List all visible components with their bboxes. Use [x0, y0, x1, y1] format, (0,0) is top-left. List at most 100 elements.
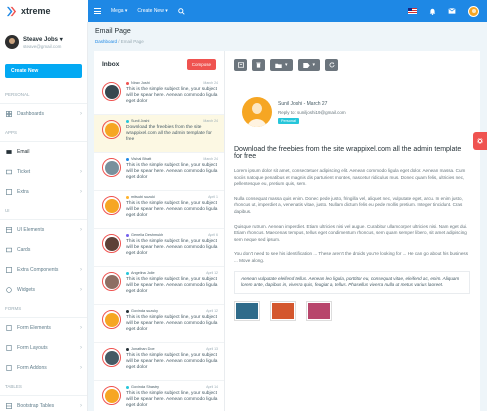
sidebar-item-bootstrap-tables[interactable]: Bootstrap Tables ›	[0, 396, 87, 411]
email-paragraph: Quisque rutrum. Aenean imperdiet. Etiam …	[234, 223, 468, 242]
folder-icon	[275, 63, 282, 68]
create-new-label: Create New	[137, 8, 164, 14]
sidebar-item-ticket[interactable]: Ticket ›	[0, 162, 87, 182]
sidebar-item-label: Cards	[17, 247, 31, 253]
email-reader: Sunil Joshi - March 27 Reply to: suniljo…	[234, 97, 470, 321]
sidebar-item-dashboards[interactable]: Dashboards ›	[0, 104, 87, 124]
inbox-title: Inbox	[102, 60, 120, 68]
message-preview: This is the simple subject line, your su…	[126, 315, 218, 333]
attachment-thumbnail[interactable]	[234, 300, 260, 321]
attachment-thumbnail[interactable]	[270, 300, 296, 321]
email-card: Inbox Compose Nirav Joshi March 24 This is…	[94, 51, 480, 411]
extra-icon	[6, 189, 12, 195]
folder-dropdown[interactable]: ▾	[270, 59, 293, 71]
nav-section-personal: PERSONAL	[0, 86, 87, 104]
breadcrumb: Dashboard / Email Page	[95, 39, 144, 44]
label-dropdown[interactable]: ▾	[297, 59, 321, 71]
list-item[interactable]: Nirav Joshi March 24 This is the simple su…	[94, 77, 224, 115]
breadcrumb-current: Email Page	[120, 39, 144, 44]
form-addons-icon	[6, 365, 12, 371]
avatar-image	[104, 160, 119, 175]
chevron-right-icon: ›	[80, 189, 82, 195]
user-name: Steave Jobs	[23, 36, 59, 43]
email-icon	[6, 150, 12, 154]
brand[interactable]: xtreme	[0, 0, 88, 22]
breadcrumb-dashboard[interactable]: Dashboard	[95, 39, 117, 44]
list-item[interactable]: Govinda Shastry April 14 This is the simpl…	[94, 381, 224, 411]
message-avatar	[102, 272, 121, 291]
chevron-down-icon: ▾	[285, 62, 288, 68]
status-dot-icon	[126, 347, 129, 351]
avatar-image	[104, 350, 119, 365]
reply-to: Reply to: suniljoshi19@gmail.com	[278, 109, 346, 115]
message-preview: This is the simple subject line, your su…	[126, 277, 218, 295]
email-paragraph: Nulla consequat massa quis enim. Donec p…	[234, 195, 463, 214]
message-date: April 12	[206, 309, 218, 313]
list-item[interactable]: Angelina Jolie April 12 This is the simple…	[94, 267, 224, 305]
sidebar-item-form-layouts[interactable]: Form Layouts ›	[0, 338, 87, 358]
logo-icon	[6, 6, 17, 16]
list-item[interactable]: Vishal Bhatt March 24 This is the simple s…	[94, 153, 224, 191]
message-preview: This is the simple subject line, your su…	[126, 87, 218, 105]
message-avatar	[102, 82, 121, 101]
table-icon	[6, 403, 12, 409]
message-preview: This is the simple subject line, your su…	[126, 353, 218, 371]
message-avatar	[102, 386, 121, 405]
message-date: April 12	[206, 271, 218, 275]
bell-icon[interactable]	[429, 8, 436, 15]
form-layouts-icon	[6, 345, 12, 351]
message-avatar	[102, 196, 121, 215]
flag-icon[interactable]	[408, 8, 417, 14]
status-dot-icon	[126, 195, 129, 199]
sidebar-item-email[interactable]: Email	[0, 142, 87, 162]
list-item[interactable]: Govinda suzuky April 12 This is the simple…	[94, 305, 224, 343]
message-avatar	[102, 158, 121, 177]
sidebar-item-label: Extra Components	[17, 267, 59, 273]
message-sender: Angelina Jolie	[131, 271, 155, 275]
compose-button[interactable]: Compose	[186, 58, 216, 70]
status-dot-icon	[126, 233, 129, 237]
status-dot-icon	[126, 157, 129, 161]
delete-button[interactable]	[252, 59, 265, 71]
list-item[interactable]: Sunil Joshi March 24 Download the freebies…	[94, 115, 224, 153]
ticket-icon	[6, 169, 12, 175]
list-item[interactable]: mitsubi suzuki April 1 This is the simple …	[94, 191, 224, 229]
sidebar-item-ui-elements[interactable]: UI Elements ›	[0, 220, 87, 240]
status-dot-icon	[126, 309, 129, 313]
message-sender: Jonathan Doe	[131, 347, 155, 351]
list-item[interactable]: Genelia Deshmukh April 6 This is the simpl…	[94, 229, 224, 267]
create-new-menu[interactable]: Create New ▾	[137, 8, 167, 14]
sidebar-item-form-addons[interactable]: Form Addons ›	[0, 358, 87, 378]
list-item[interactable]: Jonathan Doe April 13 This is the simple s…	[94, 343, 224, 381]
message-sender: mitsubi suzuki	[131, 195, 155, 199]
mail-icon[interactable]	[448, 8, 456, 14]
sidebar-item-widgets[interactable]: Widgets ›	[0, 280, 87, 300]
topbar: xtreme Mega ▾ Create New ▾	[0, 0, 487, 22]
profile-avatar[interactable]	[468, 5, 479, 17]
mega-menu[interactable]: Mega ▾	[111, 8, 127, 14]
sidebar-item-form-elements[interactable]: Form Elements ›	[0, 318, 87, 338]
avatar-image	[104, 236, 119, 251]
avatar-image	[104, 388, 119, 403]
attachment-image	[236, 302, 258, 319]
message-sender: Nirav Joshi	[131, 81, 150, 85]
create-new-button[interactable]: Create New	[5, 64, 82, 78]
avatar-image	[104, 312, 119, 327]
message-sender: Genelia Deshmukh	[131, 233, 164, 237]
sidebar-item-cards[interactable]: Cards	[0, 240, 87, 260]
message-sender: Govinda suzuky	[131, 309, 159, 313]
sidebar-item-extra[interactable]: Extra ›	[0, 182, 87, 202]
message-sender: Govinda Shastry	[131, 385, 160, 389]
menu-toggle-icon[interactable]	[94, 8, 101, 14]
search-icon[interactable]	[177, 7, 185, 15]
user-profile[interactable]: Steave Jobs ▾ steave@gmail.com	[0, 22, 87, 62]
attachment-thumbnail[interactable]	[306, 300, 332, 321]
settings-tab[interactable]	[473, 132, 487, 150]
sidebar-item-extra-components[interactable]: Extra Components ›	[0, 260, 87, 280]
archive-button[interactable]	[234, 59, 247, 71]
ui-elements-icon	[6, 227, 12, 233]
create-new-button-label: Create New	[11, 68, 39, 74]
chevron-right-icon: ›	[80, 325, 82, 331]
message-sender: Vishal Bhatt	[131, 157, 152, 161]
refresh-button[interactable]	[325, 59, 339, 71]
